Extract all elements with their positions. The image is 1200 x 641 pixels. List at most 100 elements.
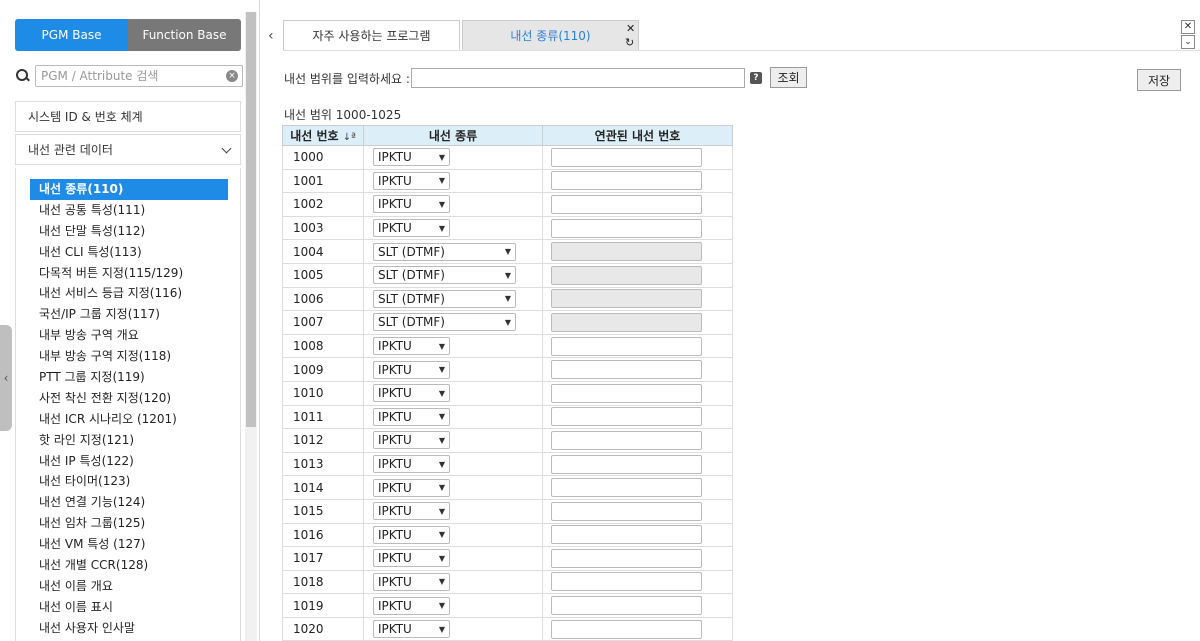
sidebar-menu-item[interactable]: 다목적 버튼 지정(115/129) [16, 263, 240, 284]
linked-ext-input[interactable] [551, 194, 702, 214]
linked-ext-input[interactable] [551, 548, 702, 568]
ext-type-select[interactable]: IPKTU ▼ [373, 337, 450, 356]
sidebar-menu-item[interactable]: 국선/IP 그룹 지정(117) [16, 304, 240, 325]
ext-type-select[interactable]: SLT (DTMF) ▼ [373, 313, 516, 332]
linked-ext-input[interactable] [551, 478, 702, 498]
linked-ext-input[interactable] [551, 383, 702, 403]
search-input[interactable] [35, 65, 243, 87]
table-row: 1004 SLT (DTMF) ▼ [282, 239, 733, 264]
linked-ext-cell [542, 593, 733, 618]
help-icon[interactable]: ? [750, 72, 762, 84]
ext-type-select[interactable]: IPKTU ▼ [373, 219, 450, 238]
sidebar-menu-item[interactable]: 사전 착신 전환 지정(120) [16, 388, 240, 409]
linked-ext-input[interactable] [551, 430, 702, 450]
sidebar-menu-item[interactable]: 내선 연결 기능(124) [16, 492, 240, 513]
linked-ext-input[interactable] [551, 147, 702, 167]
sidebar-menu-item[interactable]: 내선 이름 표시 [16, 597, 240, 618]
chevron-left-icon: ‹ [3, 371, 9, 385]
close-icon[interactable]: ✕ [1181, 20, 1195, 34]
clear-icon[interactable]: × [226, 70, 238, 82]
accordion-extension-data[interactable]: 내선 관련 데이터 [15, 134, 241, 165]
ext-type-select[interactable]: IPKTU ▼ [373, 478, 450, 497]
tab-label: 자주 사용하는 프로그램 [312, 29, 431, 43]
sidebar-menu-item[interactable]: PTT 그룹 지정(119) [16, 367, 240, 388]
ext-type-select[interactable]: IPKTU ▼ [373, 502, 450, 521]
sidebar-menu-item[interactable]: 내선 개별 CCR(128) [16, 555, 240, 576]
ext-type-select[interactable]: IPKTU ▼ [373, 596, 450, 615]
ext-type-select[interactable]: IPKTU ▼ [373, 431, 450, 450]
range-input[interactable] [411, 68, 745, 88]
tab-favorites[interactable]: 자주 사용하는 프로그램 [283, 20, 460, 50]
sidebar-menu-item[interactable]: 내선 타이머(123) [16, 471, 240, 492]
collapse-sidebar-handle[interactable]: ‹ [0, 325, 12, 431]
linked-ext-input[interactable] [551, 218, 702, 238]
sidebar-menu-item[interactable]: 내부 방송 구역 개요 [16, 325, 240, 346]
pgm-base-button[interactable]: PGM Base [15, 19, 128, 51]
ext-type-select[interactable]: IPKTU ▼ [373, 455, 450, 474]
linked-ext-input[interactable] [551, 619, 702, 639]
ext-type-select[interactable]: IPKTU ▼ [373, 171, 450, 190]
select-value: IPKTU [378, 504, 412, 519]
sidebar-menu-item[interactable]: 내선 IP 특성(122) [16, 451, 240, 472]
ext-type-cell: SLT (DTMF) ▼ [363, 286, 543, 312]
ext-type-select[interactable]: IPKTU ▼ [373, 360, 450, 379]
search-icon [15, 68, 31, 84]
linked-ext-cell [542, 215, 733, 241]
ext-type-select[interactable]: SLT (DTMF) ▼ [373, 266, 516, 285]
ext-type-select[interactable]: IPKTU ▼ [373, 384, 450, 403]
sidebar-menu-item[interactable]: 내선 이름 개요 [16, 576, 240, 597]
function-base-button[interactable]: Function Base [128, 19, 241, 51]
ext-type-select[interactable]: IPKTU ▼ [373, 195, 450, 214]
header-ext-number[interactable]: 내선 번호 ↓ª [282, 125, 364, 146]
linked-ext-input[interactable] [551, 572, 702, 592]
ext-number-cell: 1007 [282, 310, 364, 335]
select-value: IPKTU [378, 551, 412, 566]
ext-type-select[interactable]: SLT (DTMF) ▼ [373, 242, 516, 261]
ext-type-select[interactable]: IPKTU ▼ [373, 572, 450, 591]
sidebar-menu-item[interactable]: 내선 단말 특성(112) [16, 221, 240, 242]
ext-type-select[interactable]: SLT (DTMF) ▼ [373, 289, 516, 308]
tab-close-icon[interactable]: ✕ [626, 22, 635, 35]
sidebar-menu-item[interactable]: 내선 VM 특성 (127) [16, 534, 240, 555]
ext-type-select[interactable]: IPKTU ▼ [373, 549, 450, 568]
sidebar-menu-item[interactable]: 내선 공통 특성(111) [16, 200, 240, 221]
linked-ext-input [551, 265, 702, 285]
sidebar-menu-item[interactable]: 내선 종류(110) [30, 179, 228, 200]
linked-ext-input[interactable] [551, 454, 702, 474]
sidebar-menu-item[interactable]: 핫 라인 지정(121) [16, 430, 240, 451]
tab-extension-type[interactable]: 내선 종류(110) [462, 20, 639, 50]
tab-prev-arrow-icon[interactable]: ‹ [268, 28, 274, 44]
linked-ext-cell [542, 522, 733, 548]
ext-number-cell: 1015 [282, 498, 364, 524]
linked-ext-input[interactable] [551, 525, 702, 545]
linked-ext-input[interactable] [551, 596, 702, 616]
scrollbar-thumb[interactable] [246, 12, 256, 427]
sidebar-menu-item[interactable]: 내선 사용자 인사말 [16, 618, 240, 639]
dropdown-caret-icon: ▼ [438, 553, 445, 563]
ext-type-select[interactable]: IPKTU ▼ [373, 620, 450, 639]
linked-ext-cell [542, 333, 733, 359]
linked-ext-input[interactable] [551, 336, 702, 356]
extension-table: 내선 번호 ↓ª 내선 종류 연관된 내선 번호 1000 IPKTU ▼ 1001 I… [282, 125, 733, 641]
ext-type-select[interactable]: IPKTU ▼ [373, 407, 450, 426]
ext-type-select[interactable]: IPKTU ▼ [373, 525, 450, 544]
linked-ext-input[interactable] [551, 360, 702, 380]
linked-ext-input[interactable] [551, 171, 702, 191]
linked-ext-input[interactable] [551, 407, 702, 427]
sidebar-scrollbar[interactable] [245, 12, 257, 641]
dropdown-caret-icon: ▼ [438, 530, 445, 540]
tab-refresh-icon[interactable]: ↻ [625, 36, 634, 49]
sidebar-menu-item[interactable]: 내선 CLI 특성(113) [16, 242, 240, 263]
query-button[interactable]: 조회 [770, 67, 807, 88]
linked-ext-input[interactable] [551, 501, 702, 521]
sidebar-menu-item[interactable]: 내선 ICR 시나리오 (1201) [16, 409, 240, 430]
sidebar-menu-item[interactable]: 내선 서비스 등급 지정(116) [16, 283, 240, 304]
chevron-down-icon[interactable]: ⌄ [1181, 35, 1195, 49]
accordion-system-id[interactable]: 시스템 ID & 번호 체계 [15, 101, 241, 132]
sidebar-menu-item[interactable]: 내선 임차 그룹(125) [16, 513, 240, 534]
sidebar-menu-item[interactable]: 내부 방송 구역 지정(118) [16, 346, 240, 367]
ext-type-select[interactable]: IPKTU ▼ [373, 148, 450, 167]
dropdown-caret-icon: ▼ [438, 199, 445, 209]
sort-icon[interactable]: ↓ª [343, 132, 356, 143]
save-button[interactable]: 저장 [1137, 69, 1181, 91]
